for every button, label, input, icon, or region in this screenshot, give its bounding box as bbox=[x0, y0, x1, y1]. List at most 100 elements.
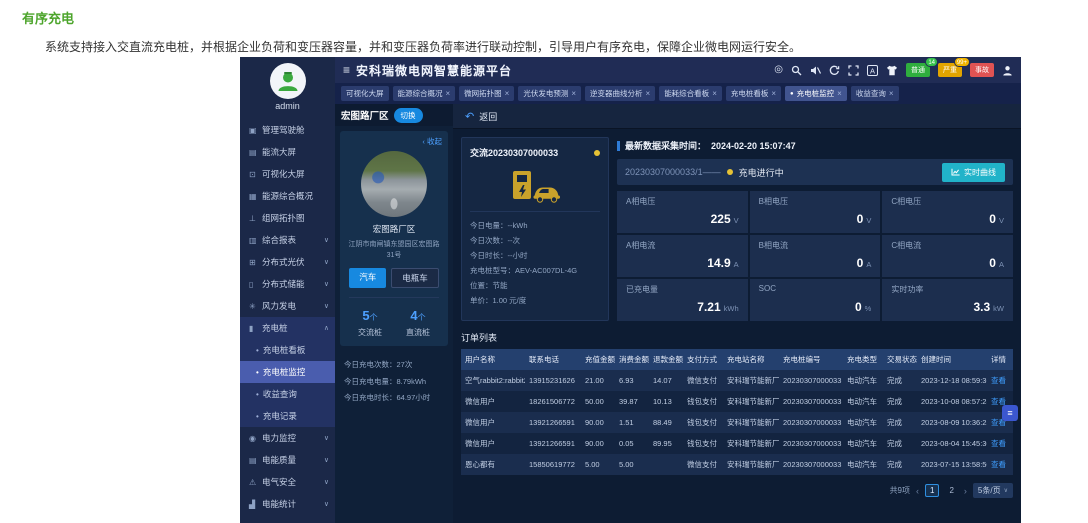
table-row[interactable]: 微信用户 18261506772 50.00 39.87 10.13 钱包支付 … bbox=[461, 391, 1013, 412]
tab-revenue-query[interactable]: 收益查询 × bbox=[850, 86, 899, 101]
sidebar-item-pv[interactable]: ⊞ 分布式光伏 ∨ bbox=[240, 251, 335, 273]
sidebar-subitem-charge-records[interactable]: • 充电记录 bbox=[240, 405, 335, 427]
view-detail-link[interactable]: 查看 bbox=[991, 460, 1006, 469]
sidebar-item-reports[interactable]: ▥ 综合报表 ∨ bbox=[240, 229, 335, 251]
close-icon[interactable]: × bbox=[712, 89, 717, 98]
table-row[interactable]: 空气rabbit2:rabbit2: 13915231626 21.00 6.9… bbox=[461, 370, 1013, 391]
sidebar-subitem-pile-monitor[interactable]: • 充电桩监控 bbox=[240, 361, 335, 383]
stat-label: 今日电量： bbox=[470, 221, 508, 230]
page-2-button[interactable]: 2 bbox=[945, 485, 957, 496]
sidebar-item-power-monitor[interactable]: ◉ 电力监控 ∨ bbox=[240, 427, 335, 449]
prev-page-button[interactable]: ‹ bbox=[916, 486, 919, 496]
back-button[interactable]: 返回 bbox=[479, 110, 497, 123]
view-detail-link[interactable]: 查看 bbox=[991, 376, 1006, 385]
dashboard-icon: ▣ bbox=[249, 125, 257, 135]
tab-pile-monitor[interactable]: ● 充电桩监控 × bbox=[785, 86, 847, 101]
close-icon[interactable]: × bbox=[571, 89, 576, 98]
header-icons: ◎ A 普通 14 严重 99+ 事故 bbox=[774, 57, 1013, 77]
stat-value: AEV-AC007DL-4G bbox=[515, 266, 578, 275]
menu-toggle-icon[interactable]: ≡ bbox=[343, 63, 350, 77]
alarm-severe-badge[interactable]: 严重 99+ bbox=[938, 57, 970, 77]
sidebar-item-charging-pile[interactable]: ▮ 充电桩 ∧ bbox=[240, 317, 335, 339]
close-icon[interactable]: × bbox=[771, 89, 776, 98]
metric-value: 3.3 bbox=[973, 300, 991, 314]
table-row[interactable]: 微信用户 13921266591 90.00 1.51 88.49 钱包支付 安… bbox=[461, 412, 1013, 433]
cell-created: 2023-10-08 08:57:23 bbox=[921, 397, 987, 406]
cell-status: 完成 bbox=[887, 439, 902, 448]
subitem-label: 收益查询 bbox=[262, 389, 297, 399]
sidebar-subitem-pile-board[interactable]: • 充电桩看板 bbox=[240, 339, 335, 361]
metric-label: SOC bbox=[758, 284, 776, 293]
next-page-button[interactable]: › bbox=[964, 486, 967, 496]
tab-visual-screen[interactable]: 可视化大屏 bbox=[341, 86, 389, 101]
font-size-icon[interactable]: A bbox=[867, 64, 878, 76]
stat-line: 单价：1.00 元/度 bbox=[470, 293, 600, 308]
sidebar-item-energy-flow[interactable]: ▤ 能流大屏 bbox=[240, 141, 335, 163]
view-detail-link[interactable]: 查看 bbox=[991, 439, 1006, 448]
sidebar-item-topology[interactable]: ⊥ 组网拓扑图 bbox=[240, 207, 335, 229]
stat-line: 今日次数：--次 bbox=[470, 233, 600, 248]
search-icon[interactable] bbox=[791, 65, 802, 76]
stat-value: --kWh bbox=[507, 221, 528, 230]
tab-label: 能源综合概况 bbox=[397, 89, 443, 98]
stat-label: 今日充电时长： bbox=[344, 393, 397, 402]
metric-realtime-power: 实时功率 3.3 kW bbox=[882, 279, 1013, 321]
collapse-link[interactable]: ‹ 收起 bbox=[346, 136, 442, 147]
sidebar-item-wind[interactable]: ✳ 风力发电 ∨ bbox=[240, 295, 335, 317]
switch-station-button[interactable]: 切换 bbox=[393, 107, 423, 123]
metric-value: 0 bbox=[989, 212, 996, 226]
metric-c-current: C相电流 0 A bbox=[882, 235, 1013, 277]
col-created: 创建时间 bbox=[917, 349, 987, 370]
table-row[interactable]: 恩心都有 15850619772 5.00 5.00 微信支付 安科瑞节能新厂 … bbox=[461, 454, 1013, 475]
tab-inverter-curve[interactable]: 逆变器曲线分析 × bbox=[585, 86, 656, 101]
chevron-down-icon: ∨ bbox=[323, 237, 329, 244]
sidebar-item-visual-screen[interactable]: ⊡ 可视化大屏 bbox=[240, 163, 335, 185]
close-icon[interactable]: × bbox=[837, 89, 842, 98]
metric-a-voltage: A相电压 225 V bbox=[617, 191, 748, 233]
sidebar-item-electrical-safety[interactable]: ⚠ 电气安全 ∨ bbox=[240, 471, 335, 493]
metric-soc: SOC 0% bbox=[749, 279, 881, 321]
target-icon[interactable]: ◎ bbox=[774, 65, 783, 75]
tab-scooter[interactable]: 电瓶车 bbox=[391, 268, 439, 288]
close-icon[interactable]: × bbox=[889, 89, 894, 98]
fullscreen-icon[interactable] bbox=[848, 64, 859, 76]
page-size-select[interactable]: 5条/页 ∨ bbox=[972, 483, 1013, 498]
sidebar-item-cockpit[interactable]: ▣ 管理驾驶舱 bbox=[240, 119, 335, 141]
page-1-button[interactable]: 1 bbox=[925, 484, 940, 497]
tab-pv-forecast[interactable]: 光伏发电预测 × bbox=[518, 86, 582, 101]
refresh-icon[interactable] bbox=[829, 65, 840, 76]
close-icon[interactable]: × bbox=[646, 89, 651, 98]
avatar[interactable] bbox=[269, 63, 306, 99]
alarm-accident-badge[interactable]: 事故 bbox=[970, 63, 994, 77]
dc-count-value: 4 bbox=[410, 308, 418, 323]
sidebar-item-energy-overview[interactable]: ▦ 能源综合概况 bbox=[240, 185, 335, 207]
tab-pile-board[interactable]: 充电桩看板 × bbox=[725, 86, 782, 101]
stat-value: --次 bbox=[507, 236, 521, 245]
sidebar-item-storage[interactable]: ▯ 分布式储能 ∨ bbox=[240, 273, 335, 295]
user-icon[interactable] bbox=[1002, 65, 1013, 76]
theme-shirt-icon[interactable] bbox=[886, 65, 898, 76]
close-icon[interactable]: × bbox=[505, 89, 510, 98]
tab-topology[interactable]: 微网拓扑图 × bbox=[459, 86, 515, 101]
sidebar-item-energy-stats[interactable]: ▟ 电能统计 ∨ bbox=[240, 493, 335, 515]
mute-icon[interactable] bbox=[810, 65, 821, 76]
cell-pile: 20230307000033 bbox=[783, 418, 842, 427]
sidebar-subitem-revenue-query[interactable]: • 收益查询 bbox=[240, 383, 335, 405]
metric-unit: kW bbox=[993, 304, 1004, 313]
realtime-curve-button[interactable]: 实时曲线 bbox=[942, 162, 1005, 182]
cell-consume: 5.00 bbox=[619, 460, 634, 469]
stat-today-duration: 今日充电时长： 64.97小时 bbox=[344, 390, 444, 407]
metric-label: B相电压 bbox=[758, 197, 788, 206]
tab-energy-overview[interactable]: 能源综合概况 × bbox=[392, 86, 456, 101]
bullet-icon: • bbox=[256, 345, 259, 355]
column-settings-button[interactable]: ≡ bbox=[1002, 405, 1018, 421]
close-icon[interactable]: × bbox=[446, 89, 451, 98]
tab-car[interactable]: 汽车 bbox=[349, 268, 387, 288]
sidebar-item-power-quality[interactable]: ▤ 电能质量 ∨ bbox=[240, 449, 335, 471]
metric-unit: kWh bbox=[723, 304, 739, 313]
metric-unit: A bbox=[998, 260, 1004, 269]
tab-label: 逆变器曲线分析 bbox=[590, 89, 643, 98]
alarm-normal-badge[interactable]: 普通 14 bbox=[906, 57, 938, 77]
table-row[interactable]: 微信用户 13921266591 90.00 0.05 89.95 钱包支付 安… bbox=[461, 433, 1013, 454]
tab-energy-board[interactable]: 能耗综合看板 × bbox=[659, 86, 722, 101]
